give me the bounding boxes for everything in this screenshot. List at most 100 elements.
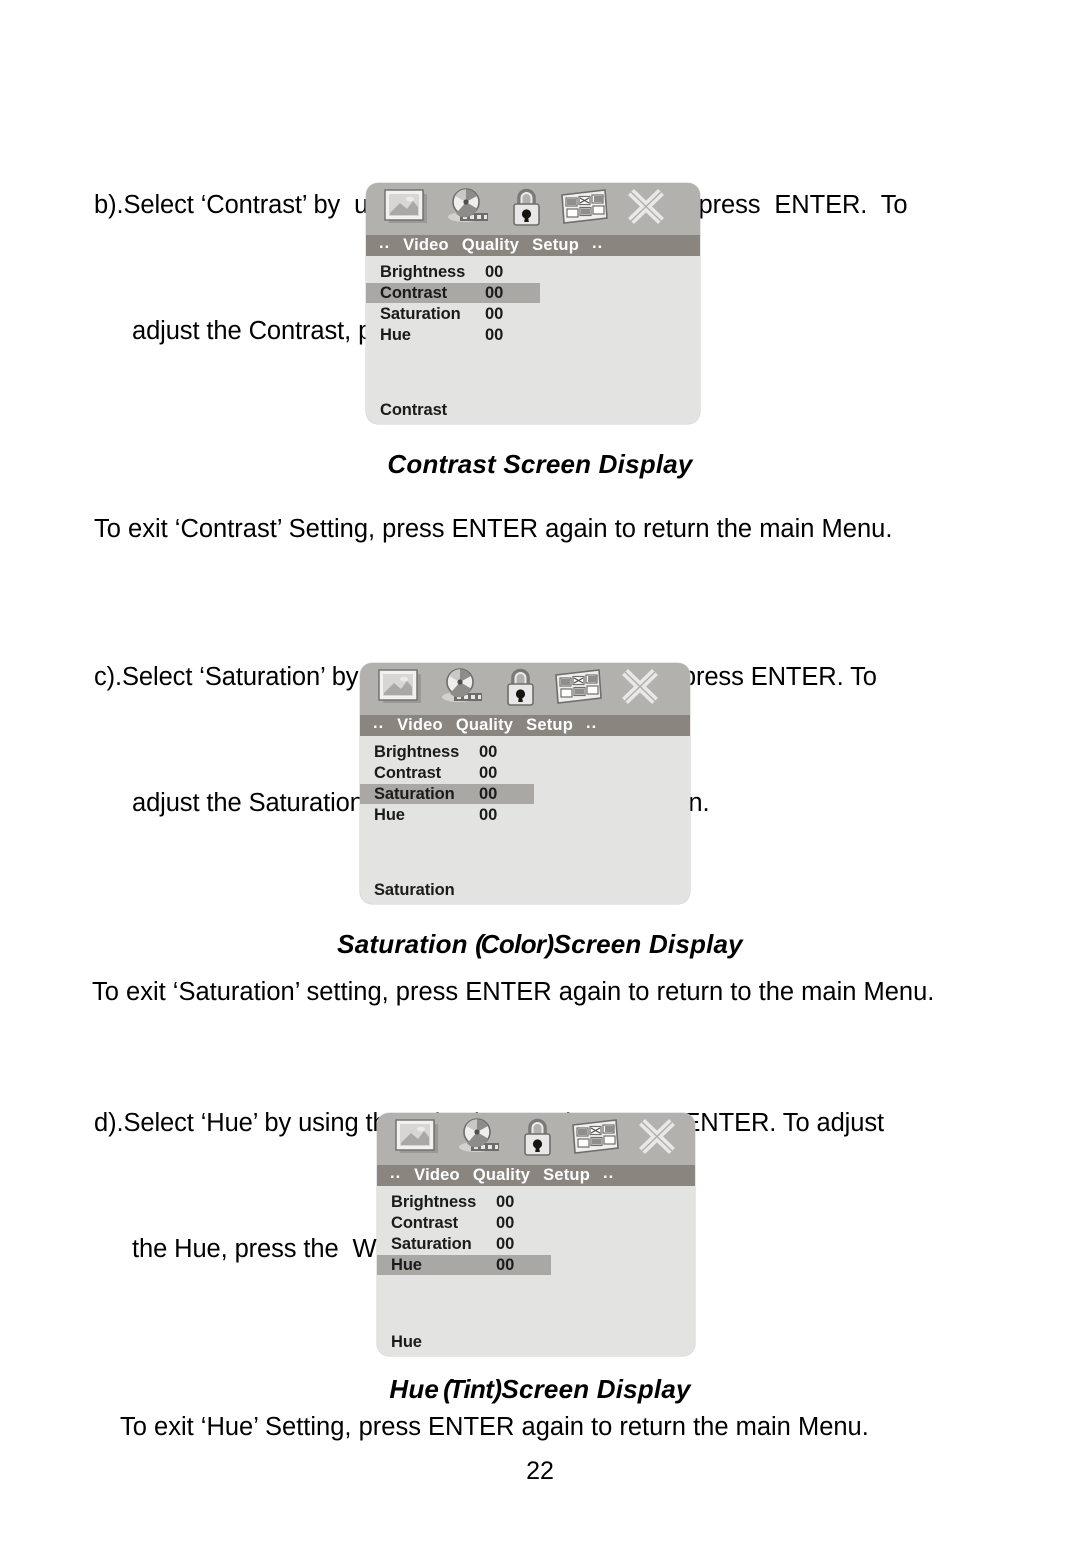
- osd-row-value: 00: [479, 742, 498, 761]
- menubar-item-setup[interactable]: Setup: [532, 236, 579, 255]
- osd-row-value: 00: [479, 805, 498, 824]
- menubar-left-dots: ..: [390, 1164, 402, 1182]
- osd-row-value: 00: [479, 763, 498, 782]
- osd-row-label: Hue: [374, 805, 405, 824]
- menubar-left-dots: ..: [373, 714, 385, 732]
- caption-text-mid: Tint): [448, 1374, 502, 1404]
- menubar-item-video[interactable]: Video: [397, 716, 443, 735]
- osd-row-value: 00: [496, 1255, 515, 1274]
- menubar-right-dots: ..: [586, 714, 598, 732]
- exit-note-hue: To exit ‘Hue’ Setting, press ENTER again…: [120, 1406, 980, 1448]
- menubar-right-dots: ..: [592, 234, 604, 252]
- document-page: b).Select ‘Contrast’ by using the S/ T b…: [0, 0, 1080, 1563]
- menubar-item-setup[interactable]: Setup: [543, 1166, 590, 1185]
- film-reel-icon[interactable]: [444, 187, 494, 232]
- lock-icon[interactable]: [521, 1116, 554, 1163]
- osd-body: Brightness 00 Contrast 00 Saturation 00 …: [366, 256, 700, 424]
- osd-menu-bar: .. Video Quality Setup ..: [360, 714, 690, 736]
- osd-row-value: 00: [479, 784, 498, 803]
- picture-icon[interactable]: [380, 187, 428, 232]
- osd-row-label: Saturation: [380, 304, 461, 323]
- menubar-item-quality[interactable]: Quality: [456, 716, 513, 735]
- osd-footer-label: Hue: [391, 1333, 422, 1351]
- exit-note-text: To exit ‘Hue’ Setting, press ENTER again…: [120, 1413, 869, 1441]
- menubar-item-quality[interactable]: Quality: [473, 1166, 530, 1185]
- osd-row-label: Brightness: [380, 262, 466, 281]
- osd-row-value: 00: [485, 304, 504, 323]
- osd-row-hue[interactable]: Hue 00: [377, 1255, 551, 1275]
- osd-row-label: Saturation: [374, 784, 455, 803]
- osd-row-label: Contrast: [391, 1213, 459, 1232]
- close-x-icon[interactable]: [636, 1117, 678, 1162]
- osd-menu-bar: .. Video Quality Setup ..: [377, 1164, 695, 1186]
- exit-note-saturation: To exit ‘Saturation’ setting, press ENTE…: [92, 971, 1010, 1013]
- osd-icon-bar: [377, 1113, 695, 1165]
- osd-row-label: Hue: [380, 325, 411, 344]
- osd-row-label: Hue: [391, 1255, 422, 1274]
- picture-icon[interactable]: [391, 1117, 439, 1162]
- osd-row-label: Brightness: [391, 1192, 477, 1211]
- osd-row-brightness[interactable]: Brightness 00: [366, 262, 700, 282]
- osd-row-saturation[interactable]: Saturation 00: [366, 304, 700, 324]
- multiscreen-grid-icon[interactable]: [570, 1117, 620, 1162]
- multiscreen-grid-icon[interactable]: [553, 667, 603, 712]
- menubar-right-dots: ..: [603, 1164, 615, 1182]
- close-x-icon[interactable]: [625, 187, 667, 232]
- film-reel-icon[interactable]: [438, 667, 488, 712]
- exit-note-contrast: To exit ‘Contrast’ Setting, press ENTER …: [94, 508, 1008, 550]
- contrast-osd: .. Video Quality Setup .. Brightness 00 …: [366, 183, 700, 424]
- film-reel-icon[interactable]: [455, 1117, 505, 1162]
- osd-body: Brightness 00 Contrast 00 Saturation 00 …: [360, 736, 690, 904]
- osd-row-saturation[interactable]: Saturation 00: [360, 784, 534, 804]
- hue-osd: .. Video Quality Setup .. Brightness 00 …: [377, 1113, 695, 1356]
- menubar-item-video[interactable]: Video: [403, 236, 449, 255]
- caption-hue: Hue (Tint)Screen Display: [0, 1374, 1080, 1405]
- picture-icon[interactable]: [374, 667, 422, 712]
- caption-text-pre: Hue: [389, 1374, 440, 1404]
- osd-row-value: 00: [485, 325, 504, 344]
- osd-icon-bar: [366, 183, 700, 235]
- osd-row-value: 00: [485, 283, 504, 302]
- osd-footer-label: Contrast: [380, 401, 448, 419]
- osd-row-hue[interactable]: Hue 00: [360, 805, 690, 825]
- lock-icon[interactable]: [504, 666, 537, 713]
- osd-menu-bar: .. Video Quality Setup ..: [366, 234, 700, 256]
- osd-row-value: 00: [496, 1213, 515, 1232]
- osd-row-contrast[interactable]: Contrast 00: [377, 1213, 695, 1233]
- page-number: 22: [526, 1457, 554, 1485]
- osd-row-contrast[interactable]: Contrast 00: [366, 283, 540, 303]
- osd-row-brightness[interactable]: Brightness 00: [360, 742, 690, 762]
- osd-row-saturation[interactable]: Saturation 00: [377, 1234, 695, 1254]
- caption-saturation: Saturation (Color)Screen Display: [0, 929, 1080, 960]
- osd-row-label: Contrast: [374, 763, 442, 782]
- menubar-item-quality[interactable]: Quality: [462, 236, 519, 255]
- osd-row-value: 00: [496, 1234, 515, 1253]
- exit-note-text: To exit ‘Saturation’ setting, press ENTE…: [92, 978, 935, 1006]
- menubar-item-setup[interactable]: Setup: [526, 716, 573, 735]
- caption-text-post: Screen Display: [501, 1374, 691, 1404]
- osd-row-label: Saturation: [391, 1234, 472, 1253]
- caption-text-post: Screen Display: [553, 929, 743, 959]
- menubar-item-video[interactable]: Video: [414, 1166, 460, 1185]
- osd-row-value: 00: [496, 1192, 515, 1211]
- osd-row-label: Brightness: [374, 742, 460, 761]
- osd-row-label: Contrast: [380, 283, 448, 302]
- menubar-left-dots: ..: [379, 234, 391, 252]
- osd-row-value: 00: [485, 262, 504, 281]
- caption-text-mid: Color): [480, 929, 555, 959]
- osd-row-contrast[interactable]: Contrast 00: [360, 763, 690, 783]
- caption-text: Contrast Screen Display: [387, 449, 693, 479]
- lock-icon[interactable]: [510, 186, 543, 233]
- caption-contrast: Contrast Screen Display: [0, 449, 1080, 480]
- exit-note-text: To exit ‘Contrast’ Setting, press ENTER …: [94, 515, 893, 543]
- caption-paren-open: (: [439, 1374, 452, 1404]
- saturation-osd: .. Video Quality Setup .. Brightness 00 …: [360, 663, 690, 904]
- osd-row-hue[interactable]: Hue 00: [366, 325, 700, 345]
- osd-icon-bar: [360, 663, 690, 715]
- osd-body: Brightness 00 Contrast 00 Saturation 00 …: [377, 1186, 695, 1356]
- multiscreen-grid-icon[interactable]: [559, 187, 609, 232]
- close-x-icon[interactable]: [619, 667, 661, 712]
- osd-row-brightness[interactable]: Brightness 00: [377, 1192, 695, 1212]
- osd-footer-label: Saturation: [374, 881, 455, 899]
- caption-text-pre: Saturation: [337, 929, 476, 959]
